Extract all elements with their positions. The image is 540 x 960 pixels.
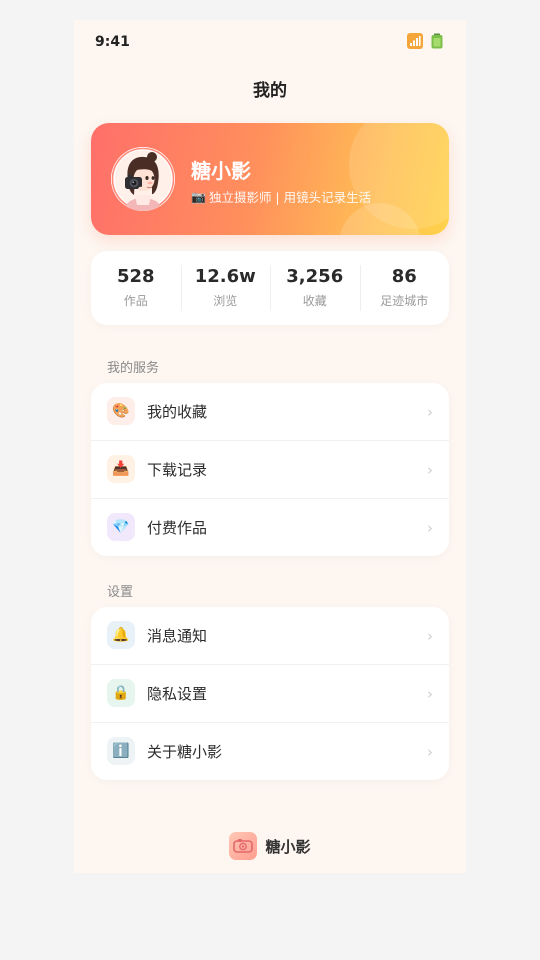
lock-icon: 🔒 <box>107 679 135 707</box>
diamond-icon: 💎 <box>107 513 135 541</box>
footer-app-name: 糖小影 <box>265 837 311 856</box>
menu-label: 消息通知 <box>147 627 208 645</box>
menu-label: 隐私设置 <box>147 685 208 703</box>
menu-item-paid-works[interactable]: 💎 付费作品 › <box>91 498 449 556</box>
stat-label: 作品 <box>123 294 148 308</box>
profile-card[interactable]: 糖小影 📷 独立摄影师 | 用镜头记录生活 <box>91 123 449 235</box>
palette-icon: 🎨 <box>107 397 135 425</box>
profile-name: 糖小影 <box>191 159 251 183</box>
stat-label: 收藏 <box>302 294 327 308</box>
chevron-right-icon: › <box>427 742 433 761</box>
menu-item-notifications[interactable]: 🔔 消息通知 › <box>91 607 449 664</box>
stat-value: 3,256 <box>286 266 344 287</box>
menu-item-privacy[interactable]: 🔒 隐私设置 › <box>91 664 449 722</box>
footer-brand: 糖小影 <box>74 832 466 860</box>
phone-screen: 9:41 我的 糖小影 📷 独立摄影师 | 用镜头记录生活 528 作品 12.… <box>74 20 466 873</box>
profile-bio-text: 独立摄影师 | 用镜头记录生活 <box>208 190 372 205</box>
stat-label: 足迹城市 <box>380 294 429 308</box>
chevron-right-icon: › <box>427 402 433 421</box>
chevron-right-icon: › <box>427 518 433 537</box>
stat-cities[interactable]: 86 足迹城市 <box>359 251 450 325</box>
stats-card: 528 作品 12.6w 浏览 3,256 收藏 86 足迹城市 <box>91 251 449 325</box>
chevron-right-icon: › <box>427 460 433 479</box>
menu-label: 我的收藏 <box>147 403 208 421</box>
section-title-services: 我的服务 <box>107 361 160 376</box>
section-title-settings: 设置 <box>107 585 134 600</box>
signal-icon <box>407 33 423 49</box>
menu-item-favorites[interactable]: 🎨 我的收藏 › <box>91 383 449 440</box>
app-logo-icon <box>229 832 258 860</box>
status-time: 9:41 <box>95 34 130 50</box>
stat-favorites[interactable]: 3,256 收藏 <box>270 251 360 325</box>
services-menu: 🎨 我的收藏 › 📥 下载记录 › 💎 付费作品 › <box>91 383 449 556</box>
chevron-right-icon: › <box>427 684 433 703</box>
menu-label: 关于糖小影 <box>147 743 223 761</box>
menu-item-downloads[interactable]: 📥 下载记录 › <box>91 440 449 498</box>
info-icon: ℹ️ <box>107 737 135 765</box>
stat-label: 浏览 <box>213 294 238 308</box>
chevron-right-icon: › <box>427 626 433 645</box>
menu-label: 下载记录 <box>147 461 208 479</box>
bell-icon: 🔔 <box>107 621 135 649</box>
avatar-illustration <box>111 147 175 211</box>
page-title: 我的 <box>253 81 287 101</box>
stat-works[interactable]: 528 作品 <box>91 251 181 325</box>
status-bar: 9:41 <box>74 20 466 64</box>
avatar[interactable] <box>111 147 175 211</box>
camera-icon: 📷 <box>191 189 206 204</box>
menu-label: 付费作品 <box>147 519 208 537</box>
battery-icon <box>431 33 443 49</box>
stat-value: 528 <box>116 266 155 287</box>
menu-item-about[interactable]: ℹ️ 关于糖小影 › <box>91 722 449 780</box>
profile-bio: 📷 独立摄影师 | 用镜头记录生活 <box>191 187 371 206</box>
download-tray-icon: 📥 <box>107 455 135 483</box>
settings-menu: 🔔 消息通知 › 🔒 隐私设置 › ℹ️ 关于糖小影 › <box>91 607 449 780</box>
stat-value: 86 <box>391 266 417 287</box>
stat-views[interactable]: 12.6w 浏览 <box>180 251 271 325</box>
stat-value: 12.6w <box>194 266 256 287</box>
status-icons <box>407 33 445 49</box>
